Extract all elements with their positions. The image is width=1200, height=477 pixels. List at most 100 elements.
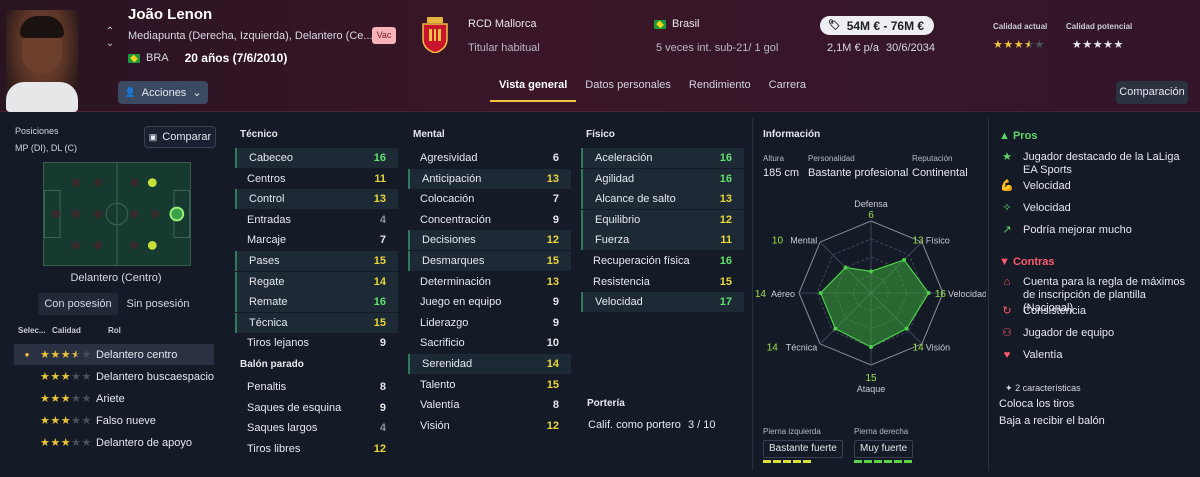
attribute-value: 13 (546, 172, 559, 185)
attribute-row[interactable]: Tiros lejanos 9 (235, 333, 398, 353)
radar-point (818, 291, 823, 295)
attribute-name: Alcance de salto (595, 193, 676, 206)
attribute-row[interactable]: Determinación 13 (408, 272, 571, 292)
attribute-value: 15 (546, 255, 559, 267)
role-row[interactable]: ● ★★★★★ Delantero centro (14, 344, 214, 365)
squad-status: Titular habitual (468, 42, 540, 54)
attribute-row[interactable]: Concentración 9 (408, 210, 571, 230)
role-row[interactable]: ★★★★★ Ariete (14, 388, 214, 409)
positions-value: MP (DI), DL (C) (15, 143, 77, 153)
compare-button[interactable]: ▣ Comparar (144, 126, 216, 148)
attribute-row[interactable]: Resistencia 15 (581, 272, 744, 292)
club-crest-icon[interactable] (421, 17, 449, 53)
attribute-row[interactable]: Saques de esquina 9 (235, 398, 398, 418)
attribute-row[interactable]: Serenidad 14 (408, 354, 571, 374)
attribute-name: Tiros libres (247, 442, 301, 455)
attribute-row[interactable]: Entradas 4 (235, 210, 398, 230)
attribute-row[interactable]: Equilibrio 12 (581, 209, 744, 230)
header-select: Selec... (18, 326, 46, 335)
attribute-value: 15 (373, 255, 386, 267)
club-name[interactable]: RCD Mallorca (468, 18, 536, 30)
attribute-row[interactable]: Regate 14 (235, 271, 398, 292)
pros-cons-text: Valentía (1023, 349, 1063, 361)
radar-axis-value: 14 (756, 289, 766, 300)
attribute-row[interactable]: Control 13 (235, 189, 398, 210)
nationality[interactable]: Brasil (654, 18, 700, 30)
tab-datos-personales[interactable]: Datos personales (576, 78, 680, 102)
compare-label: Comparar (162, 131, 212, 143)
attribute-value: 7 (552, 193, 559, 206)
attribute-name: Control (249, 193, 285, 206)
tab-rendimiento[interactable]: Rendimiento (680, 78, 760, 102)
attribute-name: Desmarques (422, 255, 485, 267)
attribute-row[interactable]: Velocidad 17 (581, 292, 744, 313)
attribute-row[interactable]: Anticipación 13 (408, 168, 571, 189)
role-row[interactable]: ★★★★★ Delantero buscaespacio (14, 366, 214, 387)
radar-point (869, 345, 873, 349)
chevron-up-icon[interactable]: ⌃ (104, 26, 116, 38)
attribute-row[interactable]: Tiros libres 12 (235, 439, 398, 459)
attribute-name: Determinación (420, 275, 491, 288)
current-ability-stars: ★★★★★ (993, 39, 1045, 51)
contras-title: ▼ Contras (999, 256, 1055, 268)
attribute-row[interactable]: Fuerza 11 (581, 230, 744, 251)
attribute-row[interactable]: Alcance de salto 13 (581, 189, 744, 210)
attribute-row[interactable]: Juego en equipo 9 (408, 292, 571, 312)
info-title: Información (763, 129, 821, 140)
attribute-value: 16 (719, 172, 732, 185)
attribute-name: Saques de esquina (247, 401, 342, 414)
mental-title: Mental (413, 129, 445, 140)
radar-point (902, 257, 907, 262)
attribute-name: Velocidad (595, 296, 643, 309)
attribute-row[interactable]: Valentía 8 (408, 395, 571, 415)
attribute-name: Sacrificio (420, 337, 465, 350)
attribute-row[interactable]: Saques largos 4 (235, 418, 398, 438)
value-badge: 🏷 54M € - 76M € (820, 16, 935, 35)
tab-carrera[interactable]: Carrera (760, 78, 815, 102)
attribute-value: 16 (373, 152, 386, 164)
attribute-row[interactable]: Decisiones 12 (408, 230, 571, 251)
attribute-row[interactable]: Visión 12 (408, 416, 571, 436)
pros-cons-item: ★ Jugador destacado de la LaLiga EA Sport… (999, 151, 1195, 177)
attribute-row[interactable]: Cabeceo 16 (235, 148, 398, 168)
attribute-name: Técnica (249, 316, 288, 329)
attribute-name: Concentración (420, 213, 491, 226)
attribute-row[interactable]: Colocación 7 (408, 189, 571, 209)
toggle-con-posesion[interactable]: Con posesión (38, 293, 118, 315)
role-row[interactable]: ★★★★★ Falso nueve (14, 410, 214, 431)
attribute-row[interactable]: Penaltis 8 (235, 377, 398, 397)
tab-vista-general[interactable]: Vista general (490, 78, 577, 102)
attribute-row[interactable]: Desmarques 15 (408, 251, 571, 271)
attribute-value: 13 (373, 193, 386, 206)
heart-icon: ♥ (1003, 349, 1011, 361)
attribute-row[interactable]: Talento 15 (408, 375, 571, 395)
chevron-down-icon[interactable]: ⌄ (104, 38, 116, 50)
attribute-value: 17 (719, 296, 732, 309)
attribute-row[interactable]: Marcaje 7 (235, 230, 398, 250)
attribute-row[interactable]: Remate 16 (235, 292, 398, 313)
contract-info: 2,1M € p/a 30/6/2034 (827, 42, 935, 54)
attribute-row[interactable]: Sacrificio 10 (408, 333, 571, 353)
attribute-row[interactable]: Agilidad 16 (581, 168, 744, 189)
role-row[interactable]: ★★★★★ Delantero de apoyo (14, 432, 214, 453)
right-foot-label: Pierna derecha (854, 427, 909, 436)
attribute-row[interactable]: Técnica 15 (235, 312, 398, 333)
attribute-row[interactable]: Pases 15 (235, 251, 398, 271)
player-portrait (6, 10, 78, 112)
muscle-icon: 💪 (1000, 180, 1014, 192)
traits-title: ✦ 2 características (1005, 383, 1081, 393)
attribute-row[interactable]: Liderazgo 9 (408, 313, 571, 333)
team-icon: ⚇ (1002, 327, 1012, 339)
actions-button[interactable]: 👤 Acciones ⌄ (118, 81, 208, 104)
attribute-row[interactable]: Centros 11 (235, 169, 398, 189)
attribute-value: 9 (552, 296, 559, 309)
pros-cons-item: ↻ Consistencia (999, 305, 1195, 318)
comparison-button[interactable]: Comparación (1116, 81, 1188, 104)
player-nav-arrows[interactable]: ⌃ ⌄ (104, 26, 116, 50)
attribute-row[interactable]: Agresividad 6 (408, 148, 571, 168)
toggle-sin-posesion[interactable]: Sin posesión (118, 293, 198, 315)
attribute-row[interactable]: Aceleración 16 (581, 148, 744, 168)
attribute-row[interactable]: Recuperación física 16 (581, 251, 744, 271)
position-pitch (43, 162, 191, 266)
attribute-name: Fuerza (595, 234, 630, 247)
